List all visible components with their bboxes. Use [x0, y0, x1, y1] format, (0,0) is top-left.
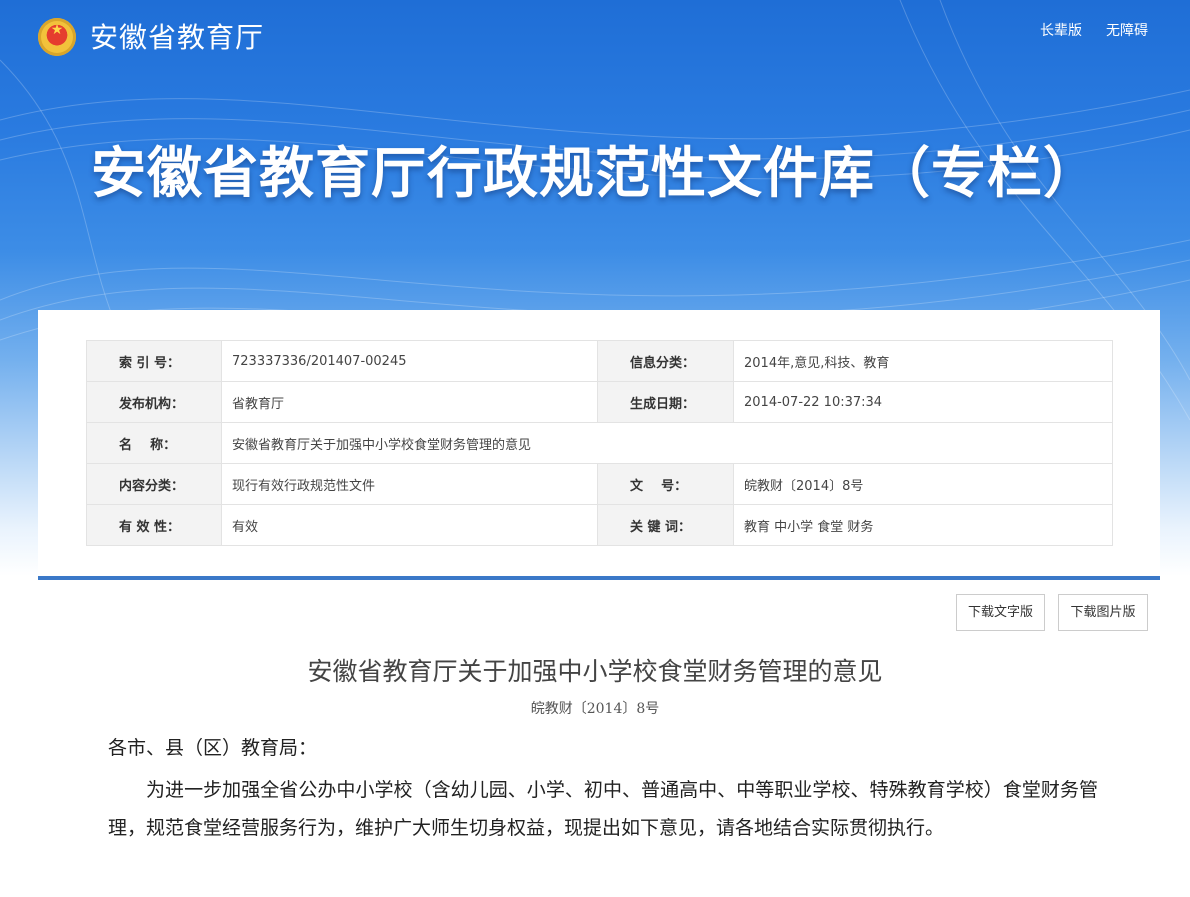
validity-label: 有 效 性： — [86, 504, 222, 546]
emblem-icon[interactable] — [38, 18, 76, 56]
table-row: 索 引 号： 723337336/201407-00245 信息分类： 2014… — [86, 340, 1113, 382]
keywords-label: 关 键 词： — [597, 504, 734, 546]
index-number-label: 索 引 号： — [86, 340, 222, 382]
info-category-value: 2014年,意见,科技、教育 — [733, 340, 1113, 382]
document-paragraph: 为进一步加强全省公办中小学校（含幼儿园、小学、初中、普通高中、中等职业学校、特殊… — [108, 779, 1098, 839]
document-salutation: 各市、县（区）教育局： — [108, 737, 318, 759]
download-text-version-button[interactable]: 下载文字版 — [956, 594, 1045, 631]
table-row: 发布机构： 省教育厅 生成日期： 2014-07-22 10:37:34 — [86, 381, 1113, 423]
name-value: 安徽省教育厅关于加强中小学校食堂财务管理的意见 — [221, 422, 1113, 464]
keywords-value: 教育 中小学 食堂 财务 — [733, 504, 1113, 546]
top-links: 长辈版 无障碍 — [1040, 22, 1148, 40]
validity-value: 有效 — [221, 504, 598, 546]
index-number-value: 723337336/201407-00245 — [221, 340, 598, 382]
publisher-label: 发布机构： — [86, 381, 222, 423]
accessibility-link[interactable]: 无障碍 — [1106, 22, 1148, 40]
created-date-value: 2014-07-22 10:37:34 — [733, 381, 1113, 423]
document-title: 安徽省教育厅关于加强中小学校食堂财务管理的意见 — [307, 657, 883, 686]
document-number-label: 文 号： — [597, 463, 734, 505]
metadata-table: 索 引 号： 723337336/201407-00245 信息分类： 2014… — [86, 340, 1113, 546]
page: 安徽省教育厅 长辈版 无障碍 安徽省教育厅行政规范性文件库（专栏） 索 引 号：… — [0, 0, 1190, 897]
info-category-label: 信息分类： — [597, 340, 734, 382]
table-row: 有 效 性： 有效 关 键 词： 教育 中小学 食堂 财务 — [86, 504, 1113, 546]
download-image-version-button[interactable]: 下载图片版 — [1058, 594, 1148, 631]
banner-title: 安徽省教育厅行政规范性文件库（专栏） — [90, 141, 1099, 205]
content-category-value: 现行有效行政规范性文件 — [221, 463, 598, 505]
elder-version-link[interactable]: 长辈版 — [1040, 22, 1082, 40]
name-label: 名 称： — [86, 422, 222, 464]
document-number-value: 皖教财〔2014〕8号 — [733, 463, 1113, 505]
document-info-card: 索 引 号： 723337336/201407-00245 信息分类： 2014… — [38, 310, 1160, 580]
publisher-value: 省教育厅 — [221, 381, 598, 423]
table-row: 内容分类： 现行有效行政规范性文件 文 号： 皖教财〔2014〕8号 — [86, 463, 1113, 505]
content-category-label: 内容分类： — [86, 463, 222, 505]
created-date-label: 生成日期： — [597, 381, 734, 423]
document-number: 皖教财〔2014〕8号 — [530, 701, 660, 717]
site-name[interactable]: 安徽省教育厅 — [90, 20, 264, 56]
table-row: 名 称： 安徽省教育厅关于加强中小学校食堂财务管理的意见 — [86, 422, 1113, 464]
